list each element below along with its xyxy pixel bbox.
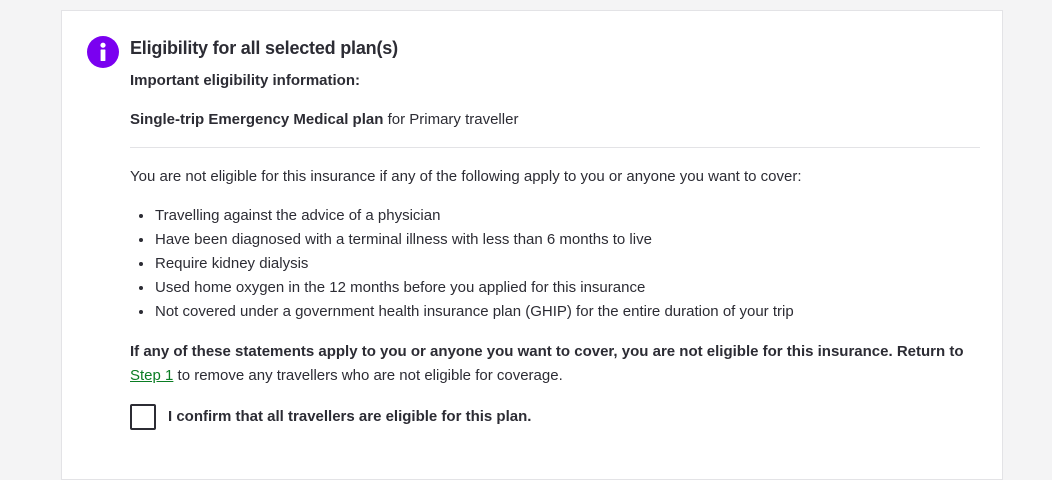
conditions-list: Travelling against the advice of a physi… [130, 204, 980, 324]
eligibility-title: Eligibility for all selected plan(s) [130, 38, 398, 58]
plan-traveller: for Primary traveller [387, 111, 519, 128]
list-item: Require kidney dialysis [154, 252, 980, 276]
confirm-checkbox[interactable] [130, 404, 156, 430]
list-item: Have been diagnosed with a terminal illn… [154, 228, 980, 252]
eligibility-content: Eligibility for all selected plan(s) Imp… [130, 35, 980, 430]
confirm-label[interactable]: I confirm that all travellers are eligib… [168, 406, 531, 428]
list-item: Not covered under a government health in… [154, 300, 980, 324]
confirm-row: I confirm that all travellers are eligib… [130, 404, 980, 430]
list-item: Travelling against the advice of a physi… [154, 204, 980, 228]
list-item: Used home oxygen in the 12 months before… [154, 276, 980, 300]
eligibility-warning: If any of these statements apply to you … [130, 340, 980, 388]
plan-name: Single-trip Emergency Medical plan [130, 111, 384, 128]
step-1-link[interactable]: Step 1 [130, 367, 173, 384]
eligibility-card: Eligibility for all selected plan(s) Imp… [61, 10, 1003, 480]
eligibility-intro: You are not eligible for this insurance … [130, 168, 802, 185]
warning-text-rest: to remove any travellers who are not eli… [177, 367, 563, 384]
warning-text: If any of these statements apply to you … [130, 343, 964, 360]
info-icon [87, 36, 119, 68]
plan-line: Single-trip Emergency Medical plan for P… [130, 109, 980, 131]
eligibility-subtitle: Important eligibility information: [130, 72, 360, 89]
divider [130, 147, 980, 148]
